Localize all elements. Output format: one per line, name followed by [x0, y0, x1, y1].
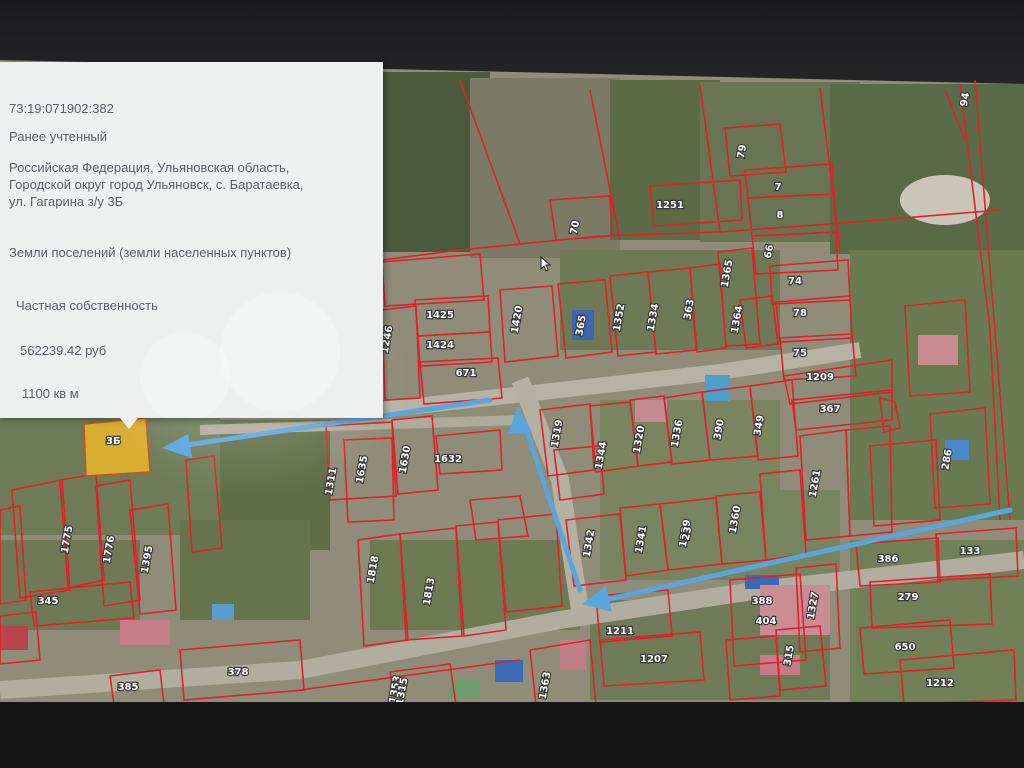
cadastral-number: 73:19:071902:382: [9, 101, 114, 116]
plot-number-label: 74: [788, 276, 802, 287]
plot-number-label: 7: [775, 182, 782, 193]
land-category: Земли поселений (земли населенных пункто…: [9, 245, 292, 260]
address: Российская Федерация, Ульяновская област…: [9, 160, 304, 209]
ownership-type: Частная собственность: [16, 298, 158, 313]
plot-number-label: 1207: [640, 654, 668, 665]
plot-number-label: 386: [878, 554, 899, 565]
plot-number-label: 1425: [426, 310, 454, 321]
plot-number-label: 385: [118, 682, 139, 693]
plot-number-label: 404: [756, 616, 777, 627]
plot-number-label: 345: [38, 596, 59, 607]
cadastral-value: 562239.42 руб: [20, 343, 107, 358]
plot-number-label: 133: [960, 546, 981, 557]
mouse-cursor-icon: [540, 256, 552, 272]
plot-number-label: 1424: [426, 340, 454, 351]
plot-number-label: 1212: [926, 678, 954, 689]
plot-number-label: 78: [793, 308, 807, 319]
plot-number-label: 378: [228, 667, 249, 678]
plot-number-label: 388: [752, 596, 773, 607]
monitor-bezel-bottom: [0, 702, 1024, 768]
cadastral-info-panel: 73:19:071902:382 Ранее учтенный Российск…: [0, 62, 383, 418]
plot-number-label: 1632: [434, 454, 462, 465]
plot-number-label: 8: [777, 210, 784, 221]
plot-number-label: 671: [456, 368, 477, 379]
plot-number-label: 1251: [656, 200, 684, 211]
info-panel-pointer: [120, 418, 138, 429]
plot-number-label: 1211: [606, 626, 634, 637]
plot-number-label: 1209: [806, 372, 834, 383]
plot-number-label: 367: [820, 404, 841, 415]
plot-number-label: 650: [895, 642, 916, 653]
plot-area: 1100 кв м: [22, 386, 79, 401]
plot-number-label: 279: [898, 592, 919, 603]
record-status: Ранее учтенный: [9, 129, 107, 144]
plot-number-label: 75: [793, 348, 807, 359]
